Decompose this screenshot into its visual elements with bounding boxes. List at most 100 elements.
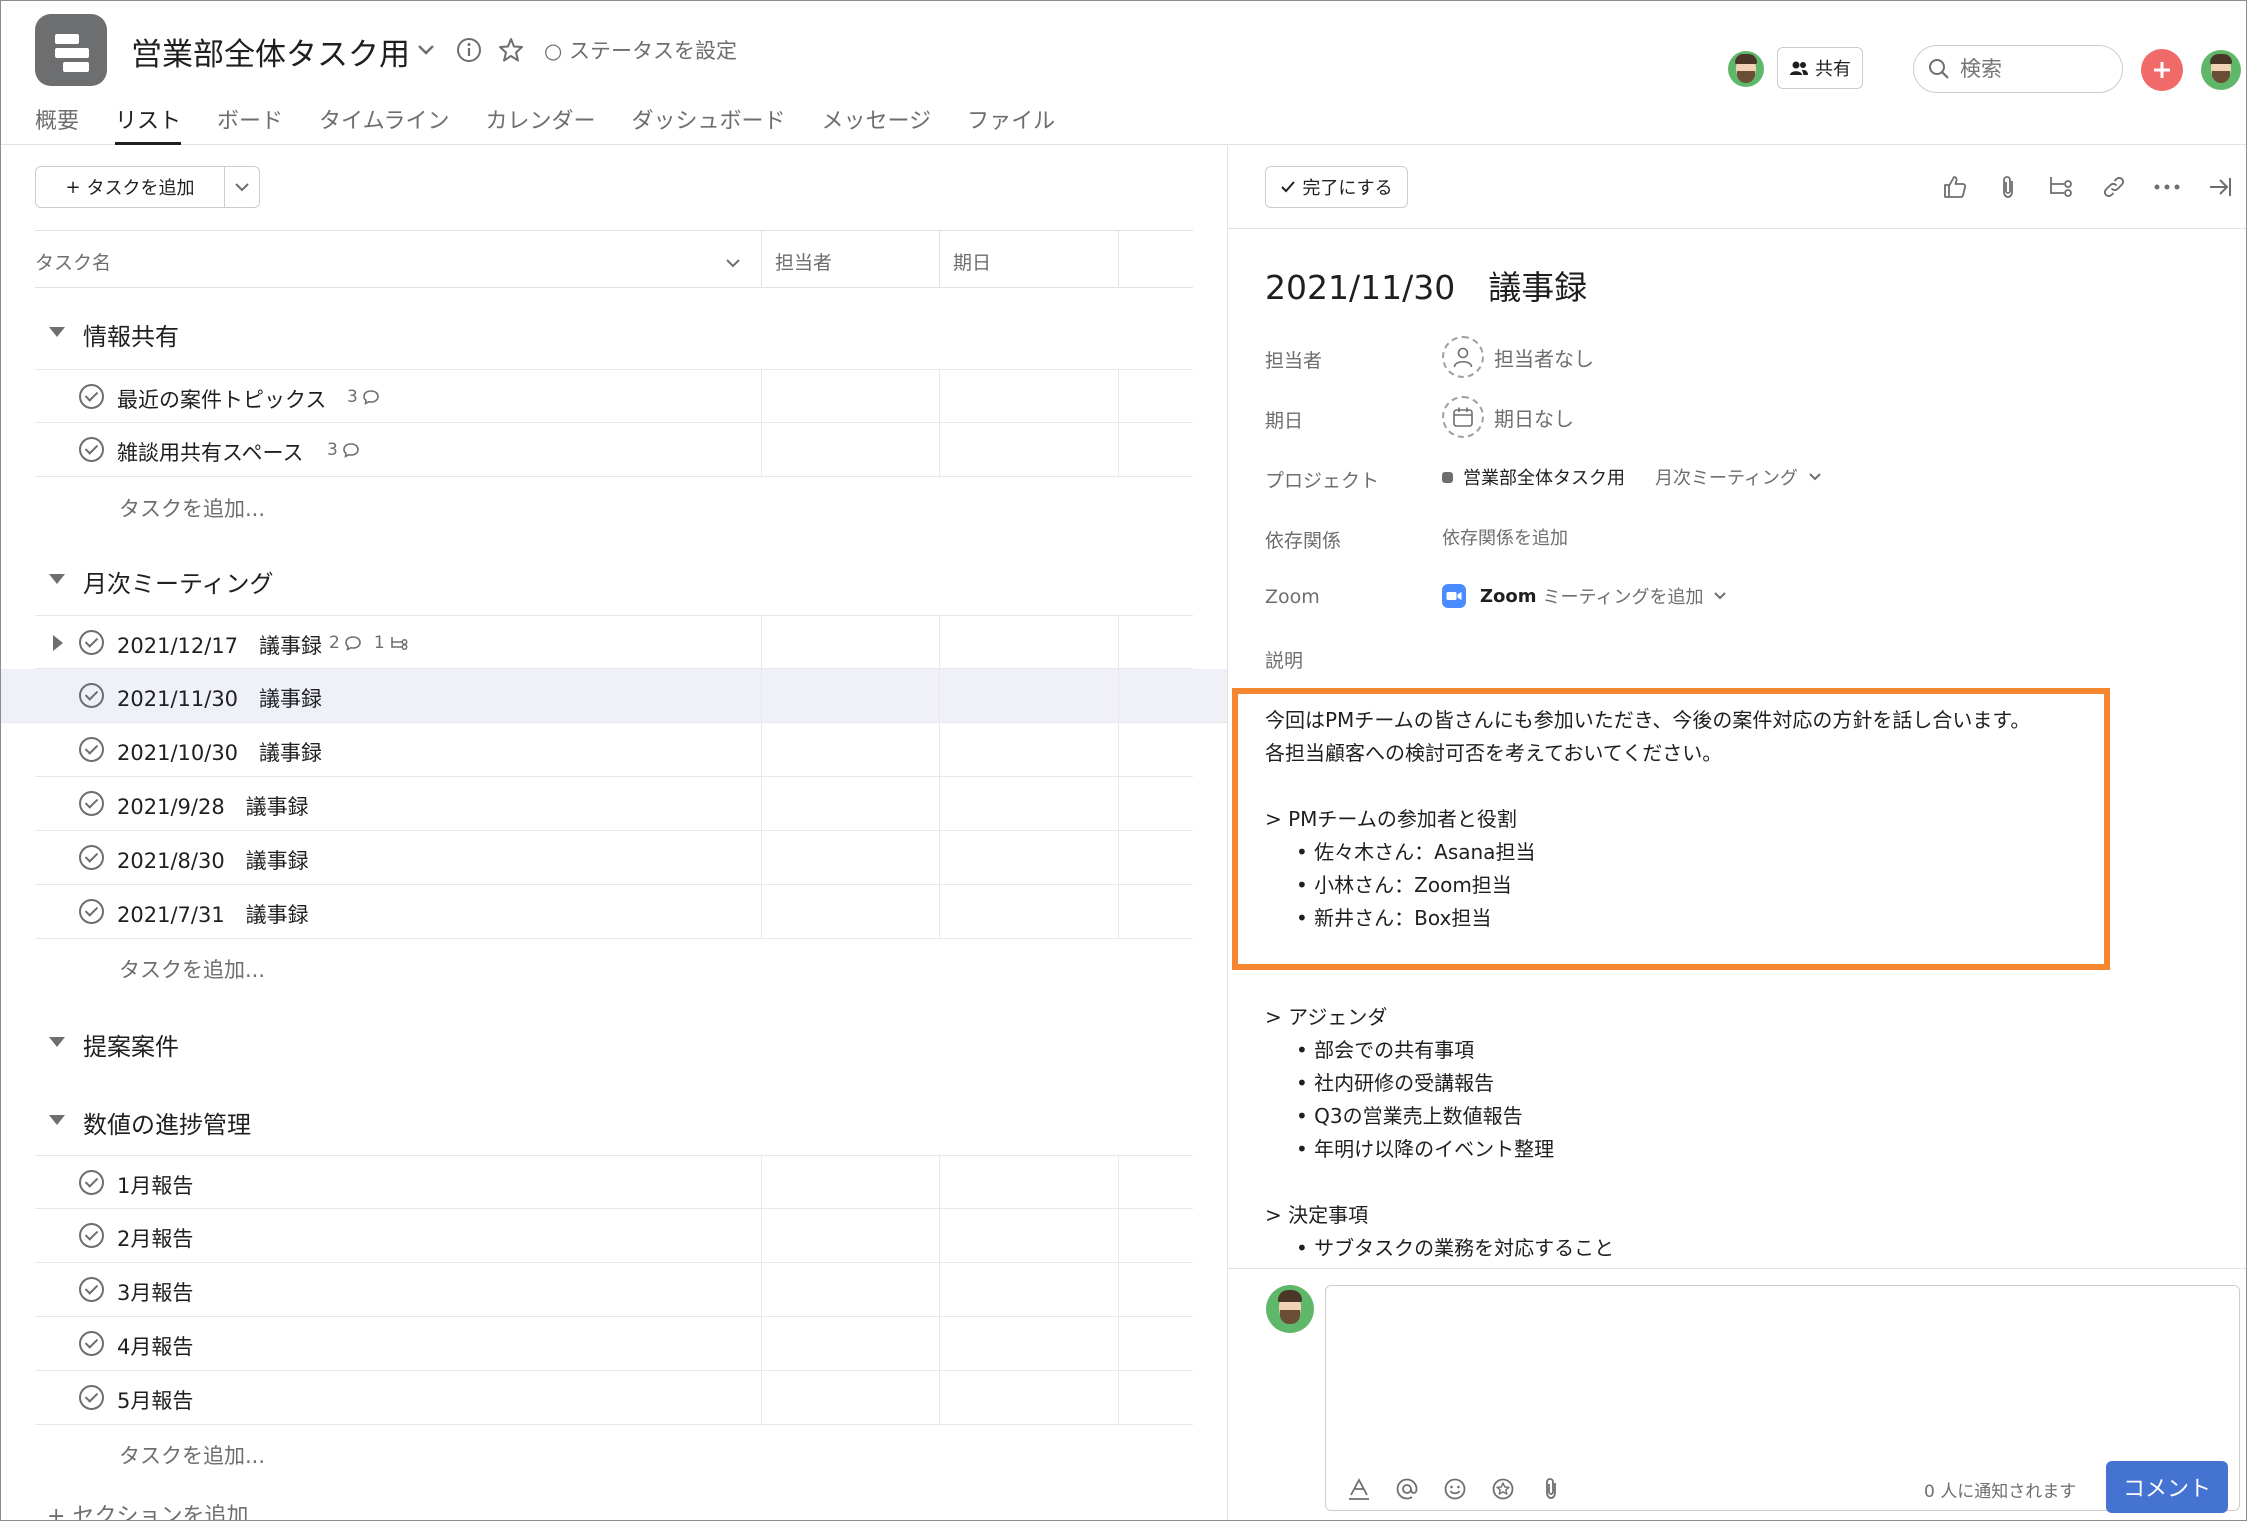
check-circle-icon[interactable]	[79, 899, 104, 924]
check-circle-icon[interactable]	[79, 683, 104, 708]
tab-list[interactable]: リスト	[115, 103, 182, 145]
attachment-icon[interactable]	[1991, 170, 2025, 204]
tab-messages[interactable]: メッセージ	[822, 103, 932, 145]
add-section-button[interactable]: + セクションを追加	[47, 1498, 248, 1521]
dependency-label: 依存関係	[1265, 530, 1342, 552]
emoji-icon[interactable]	[1440, 1474, 1470, 1504]
zoom-icon	[1442, 584, 1466, 608]
column-task-name[interactable]: タスク名	[35, 248, 111, 275]
due-date-field[interactable]: 期日なし	[1442, 396, 1574, 438]
tab-files[interactable]: ファイル	[967, 103, 1055, 145]
project-icon[interactable]	[35, 14, 107, 86]
appreciation-star-icon[interactable]	[1488, 1474, 1518, 1504]
tab-dashboard[interactable]: ダッシュボード	[632, 103, 786, 145]
search-field[interactable]	[1913, 45, 2123, 93]
tab-calendar[interactable]: カレンダー	[486, 103, 596, 145]
search-icon	[1929, 59, 1949, 79]
more-options-icon[interactable]	[2150, 170, 2184, 204]
tab-timeline[interactable]: タイムライン	[319, 103, 449, 145]
project-field[interactable]: 営業部全体タスク用 月次ミーティング	[1442, 464, 1822, 490]
search-input[interactable]	[1960, 57, 2100, 81]
user-avatar[interactable]	[2201, 50, 2241, 90]
star-icon[interactable]	[496, 35, 526, 65]
tab-overview[interactable]: 概要	[35, 103, 79, 145]
collapse-triangle-icon[interactable]	[49, 1037, 65, 1047]
task-detail-pane: 完了にする 2021/11/30 議事録 担当者 担当者なし 期日 期日なし プ…	[1227, 146, 2246, 1520]
task-row[interactable]: 2月報告	[35, 1209, 1193, 1263]
check-circle-icon[interactable]	[79, 1170, 104, 1195]
task-row[interactable]: 2021/9/28 議事録	[35, 777, 1193, 831]
comment-input[interactable]	[1338, 1298, 2218, 1438]
zoom-field[interactable]: Zoom ミーティングを追加	[1442, 583, 1727, 609]
task-row[interactable]: 5月報告	[35, 1371, 1193, 1425]
person-icon	[1442, 336, 1484, 378]
mark-complete-button[interactable]: 完了にする	[1265, 166, 1408, 208]
collapse-triangle-icon[interactable]	[49, 1115, 65, 1125]
section-header[interactable]: 情報共有	[35, 309, 1193, 359]
task-row-selected[interactable]: 2021/11/30 議事録	[1, 669, 1227, 723]
project-tabs: 概要 リスト ボード タイムライン カレンダー ダッシュボード メッセージ ファ…	[35, 103, 1091, 145]
text-format-icon[interactable]	[1344, 1474, 1374, 1504]
project-title[interactable]: 営業部全体タスク用	[131, 29, 410, 74]
add-task-button[interactable]: + タスクを追加	[35, 166, 225, 208]
section-header[interactable]: 月次ミーティング	[35, 556, 1193, 606]
check-circle-icon[interactable]	[79, 791, 104, 816]
task-row[interactable]: 2021/8/30 議事録	[35, 831, 1193, 885]
check-circle-icon[interactable]	[79, 1223, 104, 1248]
check-circle-icon[interactable]	[79, 384, 104, 409]
collapse-triangle-icon[interactable]	[49, 327, 65, 337]
add-task-dropdown[interactable]	[224, 166, 260, 208]
section-header[interactable]: 提案案件	[35, 1019, 1193, 1069]
assignee-label: 担当者	[1265, 350, 1323, 372]
check-circle-icon[interactable]	[79, 737, 104, 762]
task-row[interactable]: 2021/7/31 議事録	[35, 885, 1193, 939]
plus-icon: +	[47, 1504, 73, 1521]
status-circle-icon: ○	[544, 39, 569, 63]
comment-box: 0 人に通知されます コメント	[1325, 1285, 2240, 1513]
check-circle-icon[interactable]	[79, 1385, 104, 1410]
task-title[interactable]: 2021/11/30 議事録	[1265, 261, 1587, 309]
add-task-inline[interactable]: タスクを追加...	[119, 954, 265, 984]
member-avatar[interactable]	[1728, 51, 1764, 87]
set-status-button[interactable]: ○ ステータスを設定	[544, 35, 737, 65]
expand-triangle-icon[interactable]	[53, 635, 63, 651]
column-assignee[interactable]: 担当者	[775, 248, 832, 275]
mention-icon[interactable]	[1392, 1474, 1422, 1504]
check-circle-icon[interactable]	[79, 1277, 104, 1302]
close-pane-icon[interactable]	[2203, 170, 2237, 204]
task-row[interactable]: 最近の案件トピックス 3	[35, 369, 1193, 424]
add-task-inline[interactable]: タスクを追加...	[119, 493, 265, 523]
calendar-icon	[1442, 396, 1484, 438]
check-circle-icon[interactable]	[79, 630, 104, 655]
chevron-down-icon[interactable]	[411, 35, 441, 65]
chevron-down-icon[interactable]	[725, 251, 741, 273]
task-row[interactable]: 2021/12/17 議事録 2 1	[35, 615, 1193, 670]
assignee-field[interactable]: 担当者なし	[1442, 336, 1594, 378]
add-dependency-link[interactable]: 依存関係を追加	[1442, 524, 1568, 550]
add-task-inline[interactable]: タスクを追加...	[119, 1440, 265, 1470]
check-circle-icon[interactable]	[79, 1331, 104, 1356]
share-button[interactable]: 共有	[1777, 47, 1863, 89]
task-row[interactable]: 2021/10/30 議事録	[35, 723, 1193, 777]
check-circle-icon[interactable]	[79, 437, 104, 462]
tab-board[interactable]: ボード	[217, 103, 283, 145]
task-row[interactable]: 4月報告	[35, 1317, 1193, 1371]
chevron-down-icon	[235, 183, 249, 192]
column-due-date[interactable]: 期日	[953, 248, 991, 275]
like-icon[interactable]	[1938, 170, 1972, 204]
check-circle-icon[interactable]	[79, 845, 104, 870]
task-row[interactable]: 雑談用共有スペース 3	[35, 423, 1193, 477]
subtask-icon[interactable]	[2044, 170, 2078, 204]
task-row[interactable]: 3月報告	[35, 1263, 1193, 1317]
section-header[interactable]: 数値の進捗管理	[35, 1097, 1193, 1147]
comment-icon	[363, 390, 379, 405]
comment-submit-button[interactable]: コメント	[2106, 1461, 2228, 1513]
info-icon[interactable]	[454, 35, 484, 65]
collapse-triangle-icon[interactable]	[49, 574, 65, 584]
chevron-down-icon[interactable]	[1808, 472, 1822, 482]
task-row[interactable]: 1月報告	[35, 1155, 1193, 1210]
quick-add-button[interactable]	[2141, 49, 2183, 91]
link-icon[interactable]	[2097, 170, 2131, 204]
attachment-icon[interactable]	[1536, 1474, 1566, 1504]
chevron-down-icon	[1714, 592, 1727, 600]
